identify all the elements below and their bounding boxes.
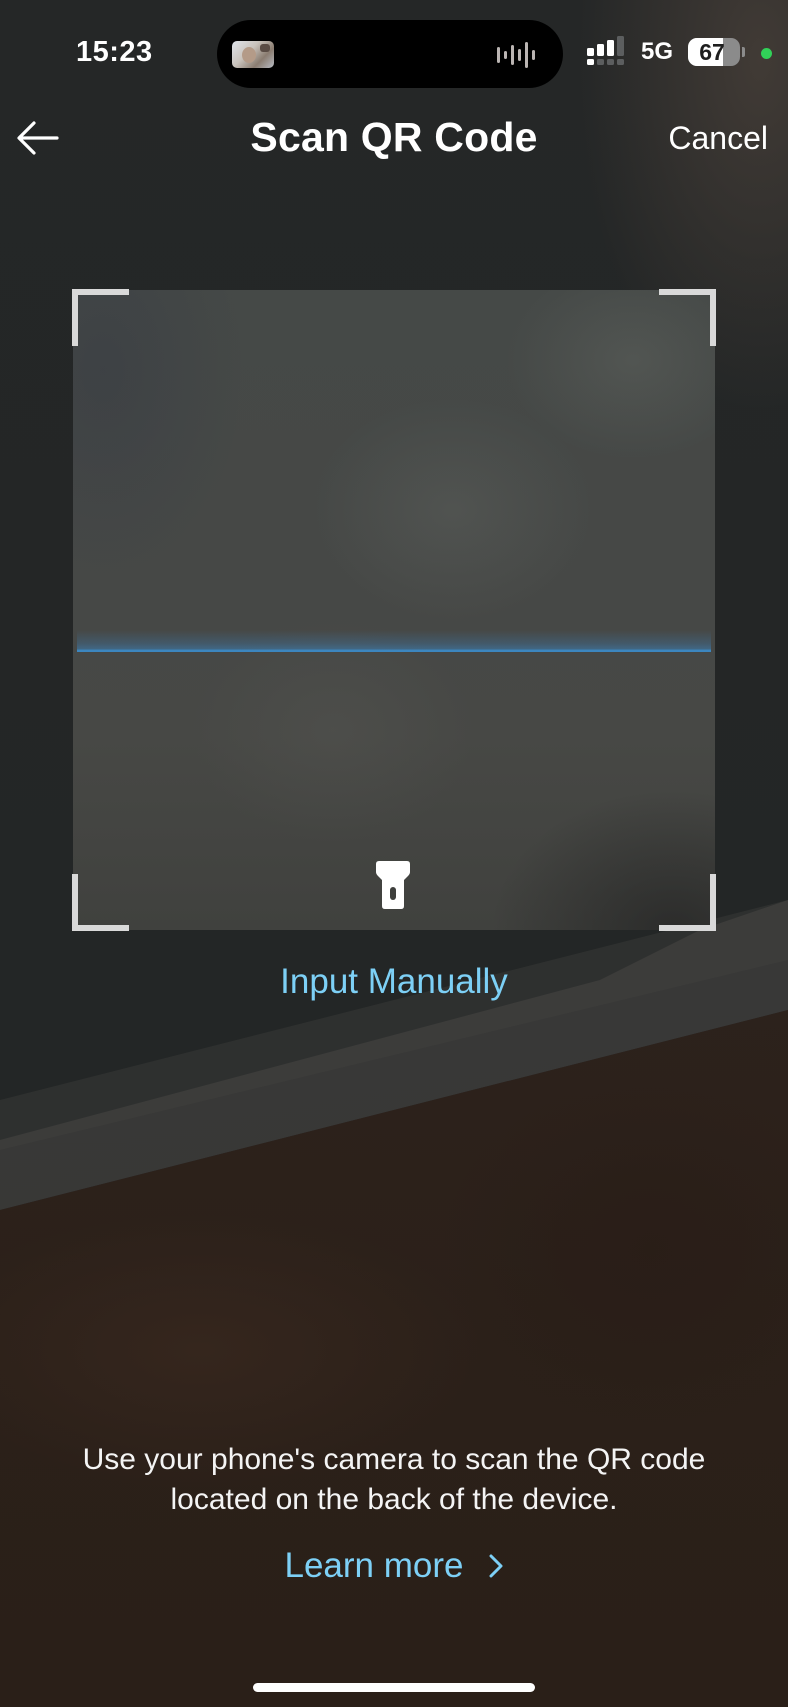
- network-type: 5G: [641, 38, 674, 65]
- scan-instruction-text: Use your phone's camera to scan the QR c…: [82, 1443, 706, 1516]
- learn-more-link[interactable]: Learn more: [0, 1546, 788, 1586]
- qr-scan-screen: 15:23 5G 67 Scan QR Code Cancel Input Ma…: [0, 0, 788, 1707]
- learn-more-label: Learn more: [284, 1546, 464, 1585]
- home-indicator[interactable]: [253, 1683, 535, 1692]
- qr-viewfinder: [72, 289, 716, 931]
- viewfinder-corner-top-right: [659, 289, 716, 346]
- battery-icon: 67: [688, 38, 740, 66]
- input-manually-link[interactable]: Input Manually: [0, 962, 788, 1002]
- cancel-button[interactable]: Cancel: [668, 120, 768, 157]
- battery-cap: [742, 47, 745, 57]
- viewfinder-corner-bottom-right: [659, 874, 716, 931]
- nav-header: Scan QR Code Cancel: [0, 100, 788, 180]
- viewfinder-corner-bottom-left: [72, 874, 129, 931]
- flashlight-toggle-button[interactable]: [375, 860, 411, 910]
- battery-percent: 67: [699, 38, 725, 65]
- mic-in-use-indicator: [761, 48, 772, 59]
- flashlight-icon: [376, 861, 410, 909]
- audio-waveform-icon: [497, 42, 535, 68]
- status-time: 15:23: [76, 36, 153, 68]
- status-bar: 15:23 5G 67: [0, 0, 788, 100]
- chevron-right-icon: [489, 1554, 503, 1578]
- dynamic-island[interactable]: [217, 20, 563, 88]
- cellular-signal-icon: [587, 36, 627, 65]
- viewfinder-corner-top-left: [72, 289, 129, 346]
- scan-line: [77, 630, 711, 652]
- video-thumbnail: [232, 41, 274, 68]
